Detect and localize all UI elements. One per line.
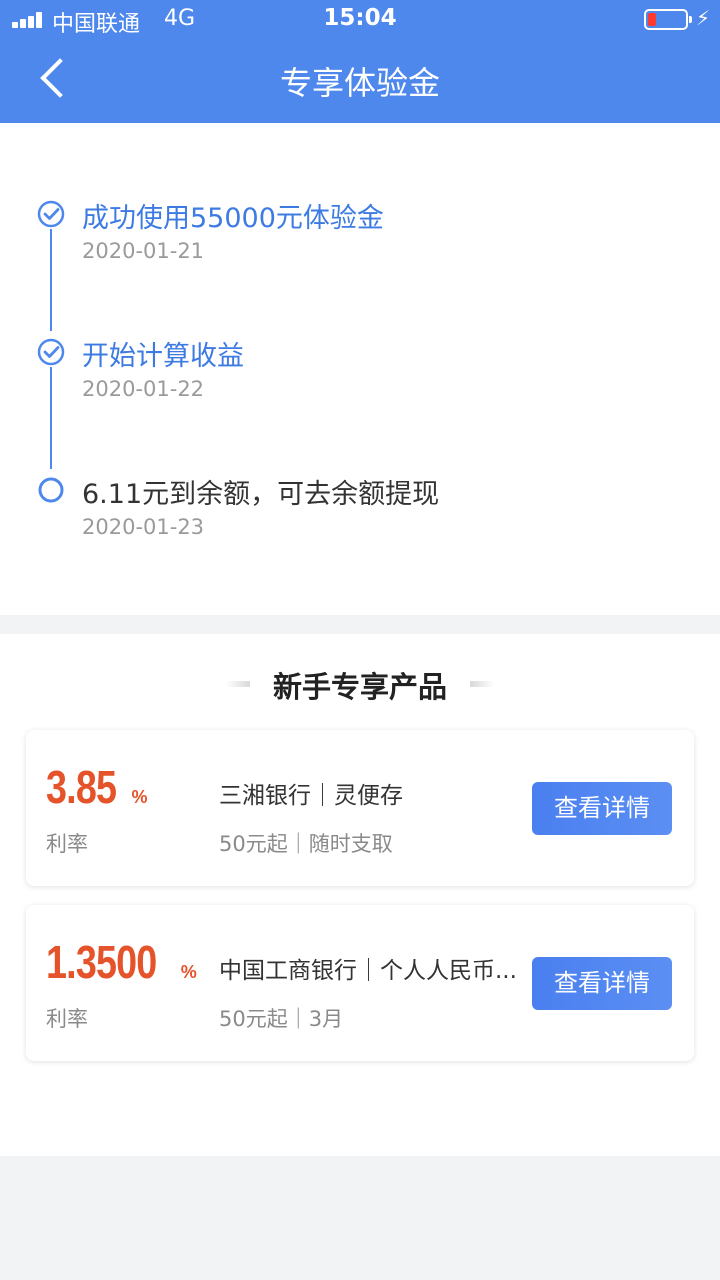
battery-icon bbox=[644, 9, 692, 30]
rate-label: 利率 bbox=[46, 832, 88, 856]
rate-number: 1.3500 bbox=[46, 936, 157, 988]
section-title: 新手专享产品 bbox=[272, 670, 447, 704]
product-card[interactable]: 1.3500% 利率 中国工商银行｜个人人民币... 50元起｜3月 查看详情 bbox=[26, 905, 694, 1061]
rate-number: 3.85 bbox=[46, 761, 117, 813]
timeline-step-title: 开始计算收益 bbox=[82, 341, 244, 372]
header: 中国联通 4G 15:04 ⚡ 专享体验金 bbox=[0, 0, 720, 123]
rate-label: 利率 bbox=[46, 1007, 88, 1031]
charging-icon: ⚡ bbox=[696, 6, 711, 30]
products-section: 新手专享产品 3.85% 利率 三湘银行｜灵便存 50元起｜随时支取 查看详情 … bbox=[0, 634, 720, 1156]
timeline-step-date: 2020-01-22 bbox=[82, 377, 205, 401]
product-name: 中国工商银行｜个人人民币... bbox=[219, 958, 517, 984]
timeline-step-date: 2020-01-21 bbox=[82, 239, 205, 263]
timeline-step-title: 成功使用55000元体验金 bbox=[82, 203, 384, 234]
rate-value: 3.85% bbox=[46, 760, 148, 814]
rate-value: 1.3500% bbox=[46, 935, 197, 989]
timeline-step-date: 2020-01-23 bbox=[82, 515, 205, 539]
pending-circle-icon bbox=[38, 477, 64, 503]
product-name: 三湘银行｜灵便存 bbox=[219, 783, 403, 809]
title-decoration bbox=[470, 681, 494, 687]
rate-unit: % bbox=[131, 787, 148, 807]
check-circle-icon bbox=[37, 200, 65, 228]
view-details-button[interactable]: 查看详情 bbox=[532, 782, 672, 835]
timeline-step-title: 6.11元到余额，可去余额提现 bbox=[82, 479, 440, 510]
timeline-connector bbox=[50, 367, 52, 469]
product-desc: 50元起｜随时支取 bbox=[219, 832, 393, 856]
timeline-card: 成功使用55000元体验金 2020-01-21 开始计算收益 2020-01-… bbox=[0, 123, 720, 615]
status-bar: 中国联通 4G 15:04 ⚡ bbox=[0, 0, 720, 40]
rate-unit: % bbox=[180, 962, 197, 982]
product-card[interactable]: 3.85% 利率 三湘银行｜灵便存 50元起｜随时支取 查看详情 bbox=[26, 730, 694, 886]
view-details-button[interactable]: 查看详情 bbox=[532, 957, 672, 1010]
product-desc: 50元起｜3月 bbox=[219, 1007, 344, 1031]
check-circle-icon bbox=[37, 338, 65, 366]
timeline-connector bbox=[50, 229, 52, 331]
clock: 15:04 bbox=[323, 5, 397, 31]
page-title: 专享体验金 bbox=[279, 64, 440, 102]
